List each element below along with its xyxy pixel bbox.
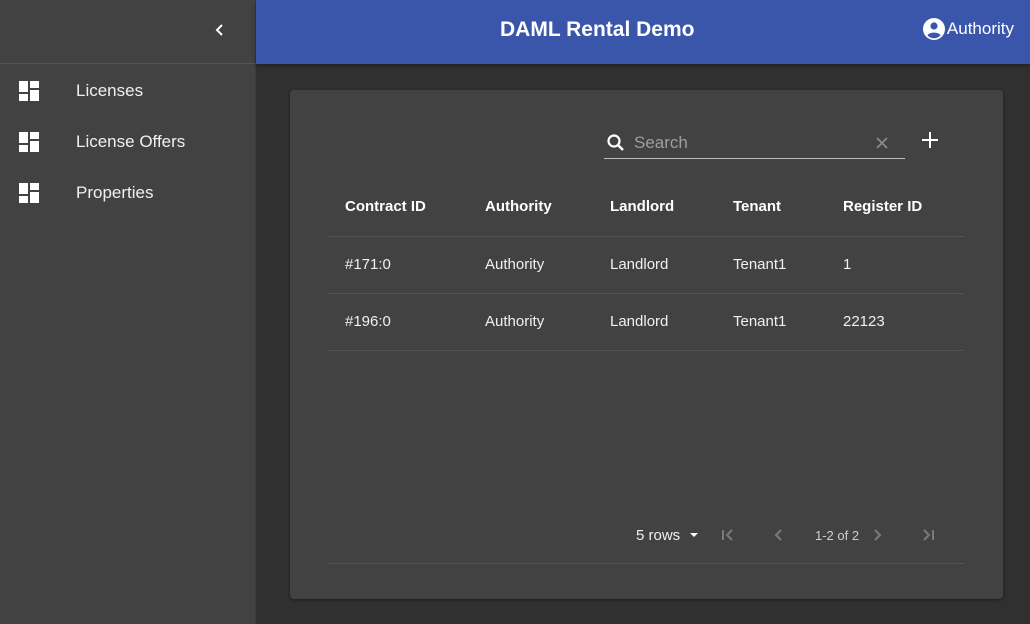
column-header[interactable]: Contract ID [328,178,468,237]
contracts-card: Contract ID Authority Landlord Tenant Re… [290,90,1003,599]
sidebar-item-label: Licenses [76,80,144,100]
contracts-table: Contract ID Authority Landlord Tenant Re… [328,178,964,351]
sidebar-header [0,0,255,64]
sidebar-item-label: Properties [76,182,154,202]
sidebar-item-licenses[interactable]: Licenses [0,65,255,116]
sidebar-item-label: License Offers [76,131,186,151]
table-cell: Tenant1 [716,236,826,294]
chevron-left-icon[interactable] [770,526,788,544]
dashboard-icon [19,131,39,152]
first-page-icon[interactable] [719,526,737,544]
clear-icon[interactable] [873,134,891,152]
column-header[interactable]: Register ID [826,178,964,237]
arrow-drop-down-icon [690,533,699,537]
search-field [604,128,905,159]
table-cell: Authority [468,236,593,294]
account-circle-icon [922,18,945,40]
table-cell: Landlord [593,236,716,294]
collapse-sidebar-button[interactable] [206,16,234,44]
app-bar: DAML Rental Demo Authority [256,0,1030,64]
dashboard-icon [19,182,39,203]
column-header[interactable]: Landlord [593,178,716,237]
user-name: Authority [946,19,1014,38]
user-menu-button[interactable]: Authority [922,18,1014,40]
sidebar: Licenses License Offers Properties [0,0,256,624]
table-row[interactable]: #196:0 Authority Landlord Tenant1 22123 [328,293,964,351]
last-page-icon[interactable] [919,526,937,544]
rows-per-page-value: 5 rows [636,526,681,544]
app-title: DAML Rental Demo [500,18,695,41]
column-header[interactable]: Tenant [716,178,826,237]
pagination: 5 rows 1-2 of 2 [328,518,964,564]
table-row[interactable]: #171:0 Authority Landlord Tenant1 1 [328,236,964,294]
table-cell: #171:0 [328,236,468,294]
table-cell: Tenant1 [716,293,826,351]
sidebar-item-license-offers[interactable]: License Offers [0,116,255,167]
sidebar-nav: Licenses License Offers Properties [0,64,255,218]
table-header-row: Contract ID Authority Landlord Tenant Re… [328,178,964,237]
chevron-left-icon [215,24,223,36]
column-header[interactable]: Authority [468,178,593,237]
rows-per-page-select[interactable]: 5 rows [636,526,706,544]
page-range: 1-2 of 2 [815,528,860,543]
search-input[interactable] [634,133,854,153]
table-cell: 22123 [826,293,964,351]
table-cell: Authority [468,293,593,351]
table-cell: 1 [826,236,964,294]
sidebar-item-properties[interactable]: Properties [0,167,255,218]
chevron-right-icon[interactable] [868,526,886,544]
search-icon [607,134,624,151]
table-cell: Landlord [593,293,716,351]
dashboard-icon [19,80,39,101]
table-cell: #196:0 [328,293,468,351]
add-icon[interactable] [920,130,940,150]
